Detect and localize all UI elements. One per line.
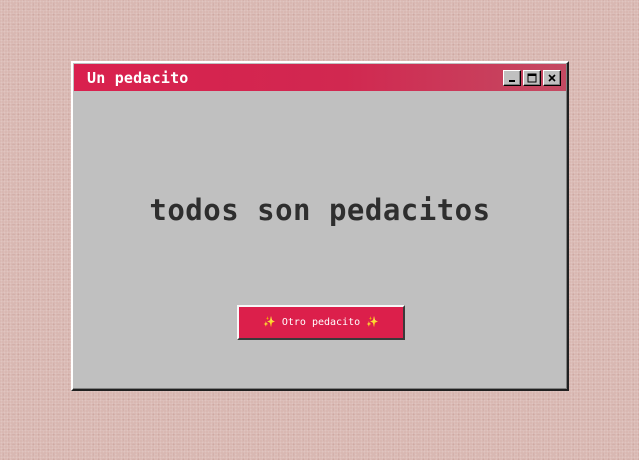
minimize-button[interactable]: [503, 69, 521, 86]
maximize-button[interactable]: [523, 69, 541, 86]
maximize-icon: [527, 73, 537, 82]
headline: todos son pedacitos: [149, 193, 491, 227]
close-button[interactable]: [543, 69, 561, 86]
otro-pedacito-button[interactable]: ✨ Otro pedacito ✨: [237, 305, 405, 340]
app-window: Un pedacito todos son pedacitos ✨ Otro p…: [71, 61, 569, 391]
window-controls: [503, 69, 566, 86]
close-icon: [548, 73, 556, 82]
title-bar[interactable]: Un pedacito: [74, 64, 566, 91]
minimize-icon: [509, 79, 515, 82]
window-title: Un pedacito: [87, 68, 189, 87]
